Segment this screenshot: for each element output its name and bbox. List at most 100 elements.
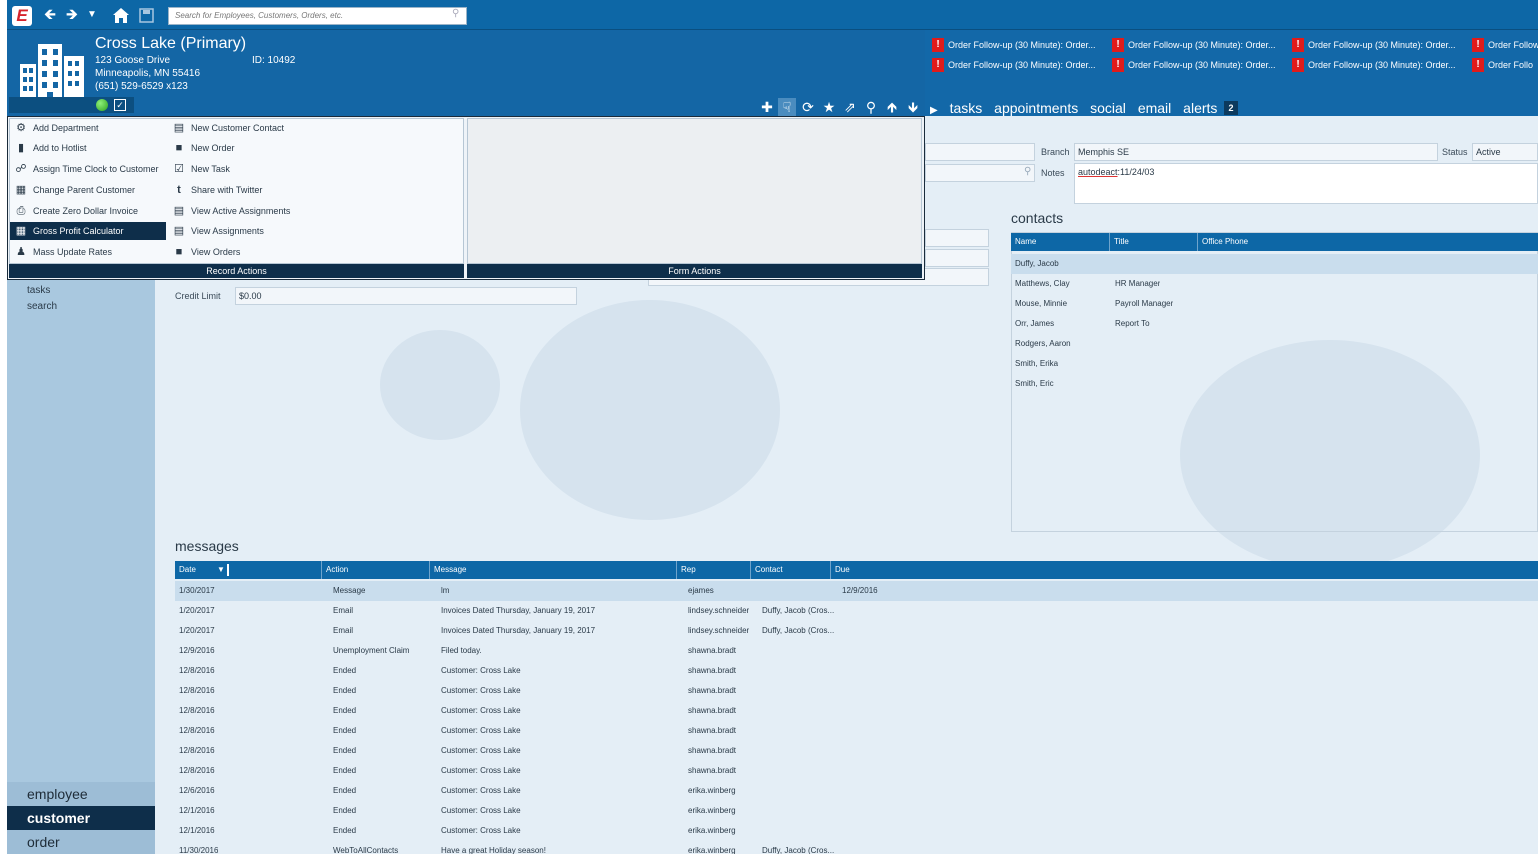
col-contact[interactable]: Contact [750,561,783,579]
action-new-customer-contact[interactable]: ▤ New Customer Contact [168,119,328,137]
action-add-to-hotlist[interactable]: ▮ Add to Hotlist [10,139,166,157]
notes-field[interactable]: autodeact:11/24/03 [1074,163,1538,204]
contact-row[interactable]: Rodgers, Aaron [1011,334,1538,354]
open-external-icon[interactable]: ⇗ [842,99,858,115]
action-mass-update-rates[interactable]: ♟ Mass Update Rates [10,243,166,261]
alert-item[interactable]: ! Order Follow-up (30 Minute): Order... [1292,38,1468,52]
contact-row[interactable]: Duffy, Jacob [1011,254,1538,274]
down-arrow-icon[interactable]: 🡻 [905,99,921,115]
hidden-lookup-field[interactable] [925,164,1035,182]
alert-item[interactable]: ! Order Follow-up (30 Minute): Order... [932,58,1108,72]
contact-row[interactable]: Smith, Erika [1011,354,1538,374]
search-icon[interactable]: ⚲ [452,8,459,19]
action-new-task[interactable]: ☑ New Task [168,160,328,178]
message-row[interactable]: 12/1/2016 Ended Customer: Cross Lake erika.… [175,821,1538,841]
back-arrow-icon[interactable]: 🡸 [42,5,58,25]
col-name[interactable]: Name [1011,233,1036,251]
magnifier-icon[interactable]: ⚲ [863,99,879,115]
action-view-orders[interactable]: ■ View Orders [168,243,328,261]
message-cell: Customer: Cross Lake [441,826,521,835]
col-title[interactable]: Title [1109,233,1129,251]
global-search-input[interactable]: Search for Employees, Customers, Orders,… [168,7,467,25]
hidden-field[interactable] [925,229,989,247]
add-icon[interactable]: ✚ [759,99,775,115]
message-row[interactable]: 1/20/2017 Email Invoices Dated Thursday, J… [175,621,1538,641]
alert-item[interactable]: ! Order Follow-up (30 Minute): Order... [932,38,1108,52]
active-status-icon [96,99,108,111]
tab-appointments[interactable]: appointments [994,100,1078,116]
message-row[interactable]: 12/8/2016 Ended Customer: Cross Lake shawna… [175,661,1538,681]
action-create-zero-dollar-invoice[interactable]: ⎙ Create Zero Dollar Invoice [10,202,166,220]
refresh-icon[interactable]: ⟳ [800,99,816,115]
history-dropdown-icon[interactable]: ▼ [86,5,98,25]
message-row[interactable]: 12/8/2016 Ended Customer: Cross Lake shawna… [175,721,1538,741]
message-cell: shawna.bradt [688,646,737,655]
message-row[interactable]: 12/8/2016 Ended Customer: Cross Lake shawna… [175,741,1538,761]
alert-item[interactable]: ! Order Follow [1472,38,1538,52]
message-row[interactable]: 12/6/2016 Ended Customer: Cross Lake erika.… [175,781,1538,801]
notes-link[interactable]: autodeact [1078,167,1118,177]
col-action[interactable]: Action [321,561,348,579]
message-row[interactable]: 1/20/2017 Email Invoices Dated Thursday, J… [175,601,1538,621]
col-rep[interactable]: Rep [676,561,696,579]
action-new-order[interactable]: ■ New Order [168,139,328,157]
col-due[interactable]: Due [830,561,850,579]
actions-pointer-icon[interactable]: ☟ [779,99,795,115]
message-row[interactable]: 12/1/2016 Ended Customer: Cross Lake erika.… [175,801,1538,821]
action-view-active-assignments[interactable]: ▤ View Active Assignments [168,202,328,220]
col-date[interactable]: Date [175,561,196,579]
col-message[interactable]: Message [429,561,466,579]
sidebar-item-employee[interactable]: employee [7,782,155,806]
message-cell: Invoices Dated Thursday, January 19, 201… [441,626,596,635]
message-row[interactable]: 12/9/2016 Unemployment Claim Filed today. s… [175,641,1538,661]
favorite-star-icon[interactable]: ★ [821,99,837,115]
tab-social[interactable]: social [1090,100,1126,116]
background-decoration [380,330,500,440]
column-divider[interactable] [227,564,229,576]
message-row[interactable]: 12/8/2016 Ended Customer: Cross Lake shawna… [175,681,1538,701]
up-arrow-icon[interactable]: 🡹 [884,99,900,115]
contact-row[interactable]: Mouse, Minnie Payroll Manager [1011,294,1538,314]
twitter-icon: t [177,184,181,196]
action-gross-profit-calculator[interactable]: ▦ Gross Profit Calculator [10,222,166,240]
sidebar-item-customer[interactable]: customer [7,806,155,830]
alert-item[interactable]: ! Order Follo [1472,58,1538,72]
contact-row[interactable]: Smith, Eric [1011,374,1538,394]
hidden-field[interactable] [925,249,989,267]
message-row[interactable]: 11/30/2016 WebToAllContacts Have a great H… [175,841,1538,854]
credit-limit-field[interactable]: $0.00 [235,287,577,305]
action-view-assignments[interactable]: ▤ View Assignments [168,222,328,240]
tab-email[interactable]: email [1138,100,1171,116]
message-row[interactable]: 12/8/2016 Ended Customer: Cross Lake shawna… [175,761,1538,781]
col-office-phone[interactable]: Office Phone [1197,233,1248,251]
message-row[interactable]: 1/30/2017 Message lm ejames 12/9/2016 [175,581,1538,601]
branch-field[interactable]: Memphis SE [1074,143,1438,161]
alert-item[interactable]: ! Order Follow-up (30 Minute): Order... [1112,58,1288,72]
action-share-with-twitter[interactable]: t Share with Twitter [168,181,328,199]
forward-arrow-icon[interactable]: 🡺 [64,5,80,25]
message-cell: WebToAllContacts [333,846,399,854]
tab-alerts[interactable]: alerts [1183,100,1217,116]
message-row[interactable]: 12/8/2016 Ended Customer: Cross Lake shawna… [175,701,1538,721]
sidebar-item-order[interactable]: order [7,830,155,854]
play-icon[interactable]: ▶ [930,105,938,116]
action-add-department[interactable]: ⚙ Add Department [10,119,166,137]
contact-row[interactable]: Orr, James Report To [1011,314,1538,334]
checkmark-icon[interactable]: ✓ [114,99,126,111]
home-icon[interactable] [112,7,130,24]
tab-tasks[interactable]: tasks [950,100,983,116]
sidebar-link-tasks[interactable]: tasks [27,285,50,296]
sidebar-link-search[interactable]: search [27,301,57,312]
app-logo[interactable]: E [12,6,32,26]
sort-desc-icon[interactable]: ▼ [217,561,225,579]
hidden-field[interactable] [925,143,1035,161]
action-change-parent-customer[interactable]: ▦ Change Parent Customer [10,181,166,199]
message-cell: 11/30/2016 [179,846,219,854]
save-icon[interactable] [139,8,154,23]
contact-row[interactable]: Matthews, Clay HR Manager [1011,274,1538,294]
alert-item[interactable]: ! Order Follow-up (30 Minute): Order... [1112,38,1288,52]
lookup-search-icon[interactable]: ⚲ [1024,166,1031,177]
alert-item[interactable]: ! Order Follow-up (30 Minute): Order... [1292,58,1468,72]
status-field[interactable]: Active [1472,143,1538,161]
action-assign-time-clock[interactable]: ☍ Assign Time Clock to Customer [10,160,166,178]
